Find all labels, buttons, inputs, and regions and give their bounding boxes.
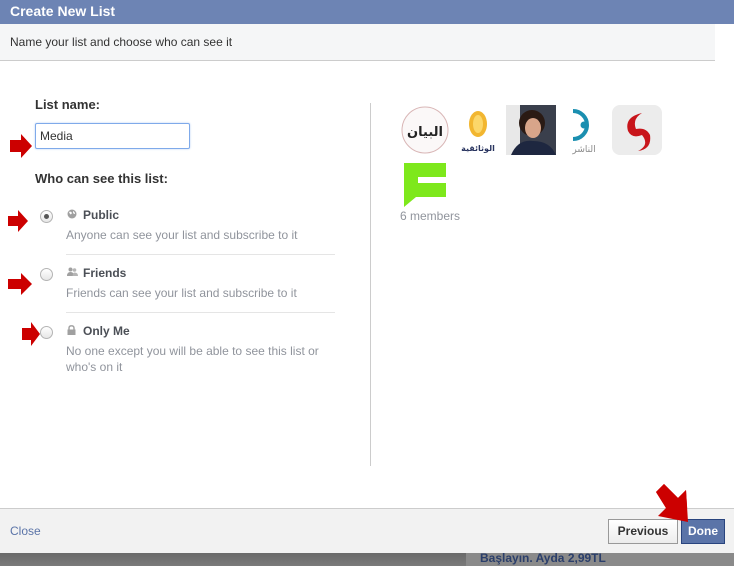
- list-name-label: List name:: [35, 97, 101, 112]
- svg-text:الوثائقية: الوثائقية: [461, 144, 495, 153]
- divider: [66, 312, 335, 313]
- only-me-description: No one except you will be able to see th…: [66, 344, 319, 374]
- svg-text:الناشر: الناشر: [571, 145, 595, 155]
- dialog-subtitle: Name your list and choose who can see it: [10, 35, 233, 49]
- close-link[interactable]: Close: [10, 524, 41, 538]
- only-me-title: Only Me: [83, 324, 130, 338]
- globe-icon: [67, 209, 77, 219]
- dialog-title: Create New List: [10, 3, 116, 19]
- dialog-subheader: Name your list and choose who can see it: [0, 24, 715, 61]
- avatar-green-logo[interactable]: [400, 159, 450, 209]
- friends-description: Friends can see your list and subscribe …: [66, 286, 297, 300]
- friends-radio[interactable]: [40, 268, 53, 281]
- dialog-body: List name: Who can see this list: Public…: [0, 61, 734, 508]
- public-radio[interactable]: [40, 210, 53, 223]
- option-only-me[interactable]: Only Me No one except you will be able t…: [35, 324, 335, 384]
- previous-button[interactable]: Previous: [608, 519, 678, 544]
- members-panel: البيان الوثائقية الناشر 6 members: [400, 105, 680, 223]
- backdrop-text: Başlayın. Ayda 2,99TL: [480, 551, 606, 565]
- avatar-albayan[interactable]: البيان: [400, 105, 450, 155]
- done-button[interactable]: Done: [681, 519, 725, 544]
- avatar-alnasher[interactable]: الناشر: [559, 105, 609, 155]
- annotation-arrow-icon: [22, 322, 40, 346]
- member-avatars: البيان الوثائقية الناشر: [400, 105, 670, 215]
- option-public[interactable]: Public Anyone can see your list and subs…: [35, 208, 335, 254]
- avatar-person-photo[interactable]: [506, 105, 556, 155]
- friends-icon: [67, 267, 78, 277]
- annotation-arrow-icon: [10, 134, 32, 158]
- avatar-red-s[interactable]: [612, 105, 662, 155]
- public-description: Anyone can see your list and subscribe t…: [66, 228, 298, 242]
- divider: [66, 254, 335, 255]
- column-divider: [370, 103, 371, 466]
- svg-text:البيان: البيان: [407, 125, 443, 140]
- dialog-footer: Close Previous Done: [0, 508, 734, 553]
- annotation-arrow-icon: [8, 273, 32, 295]
- friends-title: Friends: [83, 266, 127, 280]
- member-count: 6 members: [400, 209, 461, 223]
- list-name-input[interactable]: [35, 123, 190, 149]
- public-title: Public: [83, 208, 120, 222]
- lock-icon: [67, 325, 77, 335]
- done-annotation-arrow-icon: [656, 484, 688, 522]
- dialog-header: Create New List: [0, 0, 734, 24]
- visibility-label: Who can see this list:: [35, 171, 168, 186]
- avatar-aljazeera-documentary[interactable]: الوثائقية: [453, 105, 503, 155]
- annotation-arrow-icon: [8, 210, 28, 232]
- option-friends[interactable]: Friends Friends can see your list and su…: [35, 266, 335, 312]
- only-me-radio[interactable]: [40, 326, 53, 339]
